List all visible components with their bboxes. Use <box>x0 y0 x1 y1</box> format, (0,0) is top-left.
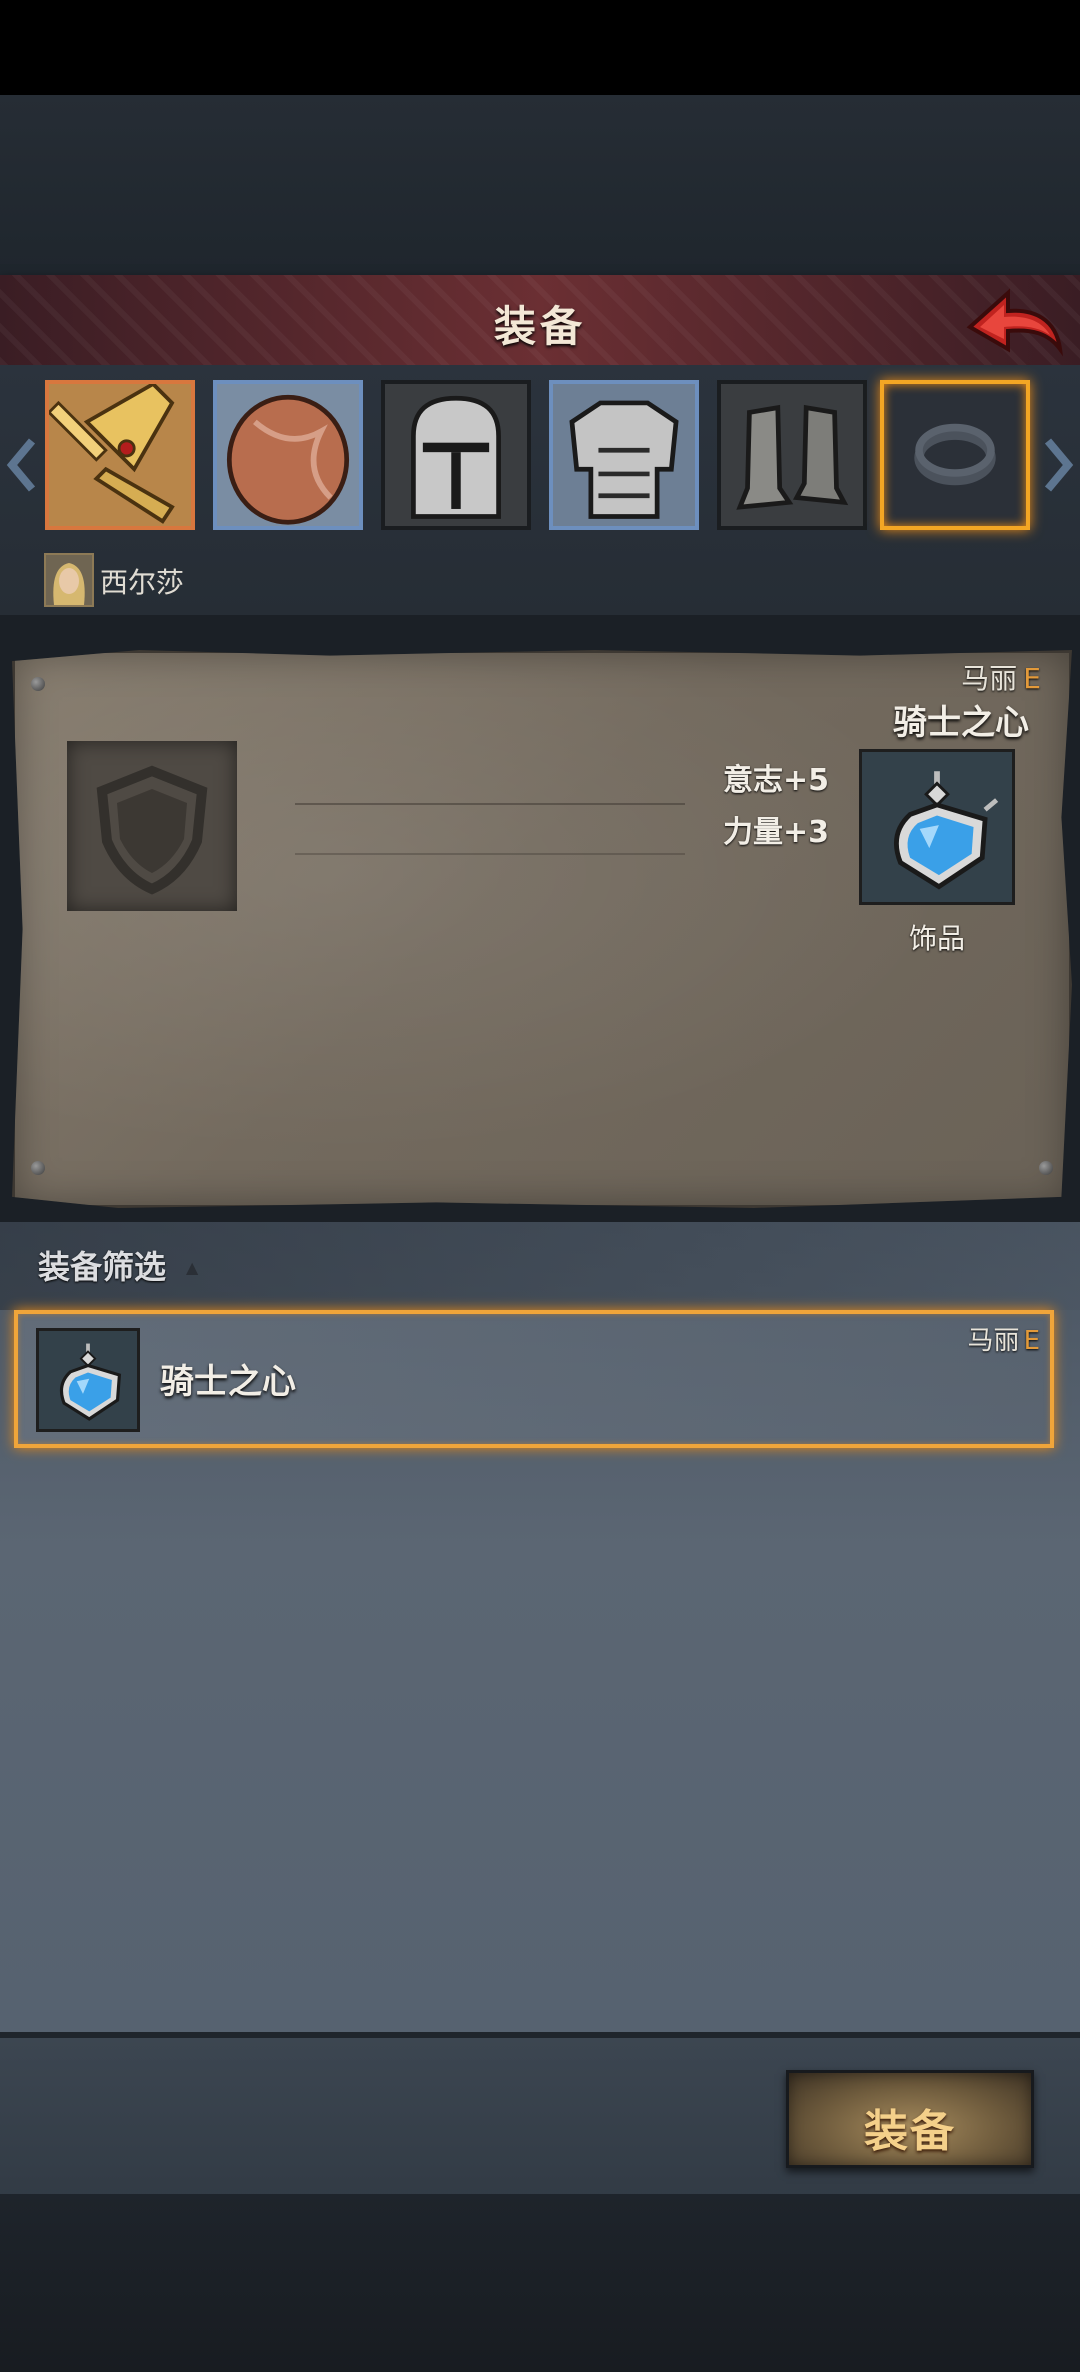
filter-toggle-icon[interactable]: ▲ <box>186 1258 198 1277</box>
slot-weapon[interactable] <box>45 380 195 530</box>
scroll-right-icon[interactable] <box>1040 435 1076 495</box>
top-background <box>0 95 1080 275</box>
owner-name: 马丽 <box>967 1326 1020 1356</box>
grade-badge: E <box>1023 662 1041 695</box>
boots-icon <box>721 384 863 526</box>
portrait-icon <box>46 555 92 605</box>
rivet <box>31 677 45 691</box>
list-item-icon-frame <box>36 1328 140 1432</box>
list-item-name: 骑士之心 <box>160 1362 296 1402</box>
page-title: 装备 <box>493 302 586 351</box>
filter-header: 装备筛选 ▲ <box>0 1222 1080 1310</box>
grade-badge: E <box>1023 1326 1040 1356</box>
sword-icon <box>49 384 191 526</box>
owner-name: 马丽 <box>961 662 1018 695</box>
item-title: 骑士之心 <box>893 703 1029 743</box>
rivet <box>1039 1161 1053 1175</box>
item-detail-panel: 马丽 E 骑士之心 意志+5 力量+3 饰品 <box>12 650 1072 1208</box>
list-item[interactable]: 骑士之心 马丽 E <box>14 1310 1054 1448</box>
divider <box>295 853 685 855</box>
item-list-area: 装备筛选 ▲ 骑士之心 马丽 E <box>0 1222 1080 2032</box>
divider <box>295 803 685 805</box>
back-arrow-icon <box>966 288 1063 357</box>
rivet <box>31 1161 45 1175</box>
slot-accessory[interactable] <box>880 380 1030 530</box>
character-avatar <box>44 553 94 607</box>
equipment-strip: 西尔莎 <box>0 365 1080 615</box>
item-type: 饰品 <box>908 922 965 955</box>
stat-line: 意志+5 <box>722 763 829 798</box>
equip-button[interactable]: 装备 <box>786 2070 1034 2168</box>
bottom-bar: 装备 <box>0 2032 1080 2200</box>
heart-pendant-icon <box>39 1331 137 1429</box>
slot-armor[interactable] <box>549 380 699 530</box>
current-equipped-slot <box>67 741 237 911</box>
item-owner: 马丽 E <box>961 657 1041 697</box>
scroll-left-icon[interactable] <box>4 435 40 495</box>
item-icon-frame <box>859 749 1015 905</box>
list-item-owner: 马丽 E <box>968 1320 1040 1357</box>
empty-shield-icon <box>96 765 208 895</box>
bottom-background <box>0 2194 1080 2372</box>
armor-icon <box>553 384 695 526</box>
stat-line: 力量+3 <box>722 815 829 850</box>
slot-shield[interactable] <box>213 380 363 530</box>
title-banner: 装备 <box>0 275 1080 369</box>
heart-pendant-icon <box>862 752 1012 902</box>
back-button[interactable] <box>964 283 1064 359</box>
slot-helmet[interactable] <box>381 380 531 530</box>
slot-boots[interactable] <box>717 380 867 530</box>
equip-button-label: 装备 <box>864 2106 956 2157</box>
shield-icon <box>217 384 359 526</box>
character-name: 西尔莎 <box>100 566 185 599</box>
ring-icon <box>914 423 996 486</box>
helmet-icon <box>385 384 527 526</box>
status-bar <box>0 0 1080 95</box>
filter-label[interactable]: 装备筛选 <box>38 1242 166 1288</box>
